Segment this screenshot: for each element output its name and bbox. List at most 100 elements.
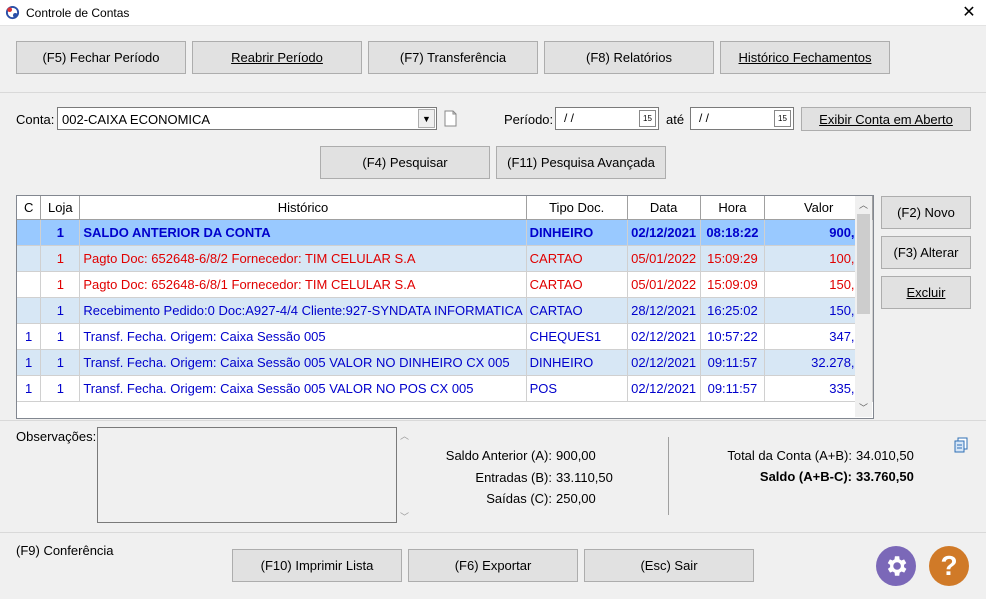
calendar-icon[interactable]: 15 (639, 110, 656, 127)
data-fim-field[interactable]: / / 15 (690, 107, 794, 130)
saidas-value: 250,00 (556, 491, 596, 506)
table-row[interactable]: 1 Recebimento Pedido:0 Doc:A927-4/4 Clien… (17, 297, 873, 324)
exibir-conta-aberto-button[interactable]: Exibir Conta em Aberto (801, 107, 971, 131)
total-conta-label: Total da Conta (A+B): (727, 448, 852, 463)
col-historico[interactable]: Histórico (79, 196, 527, 220)
help-icon[interactable]: ? (929, 546, 969, 586)
cell-data: 05/01/2022 (627, 271, 701, 298)
data-inicio-value: / / (564, 111, 575, 125)
cell-c (17, 219, 42, 246)
observacoes-label: Observações: (16, 429, 97, 444)
col-data[interactable]: Data (627, 196, 701, 220)
saldo-anterior-label: Saldo Anterior (A): (445, 448, 552, 463)
cell-loja: 1 (40, 297, 81, 324)
cell-historico: Transf. Fecha. Origem: Caixa Sessão 005 … (79, 375, 527, 402)
conta-select[interactable]: 002-CAIXA ECONOMICA ▼ (57, 107, 437, 130)
cell-data: 02/12/2021 (627, 323, 701, 350)
cell-historico: Pagto Doc: 652648-6/8/1 Fornecedor: TIM … (79, 271, 527, 298)
obs-scroll-down-icon[interactable]: ﹀ (400, 510, 409, 523)
title-bar: Controle de Contas ✕ (0, 0, 986, 26)
col-loja[interactable]: Loja (40, 196, 81, 220)
total-conta-value: 34.010,50 (856, 448, 914, 463)
fechar-periodo-button[interactable]: (F5) Fechar Período (16, 41, 186, 74)
saldo-label: Saldo (A+B-C): (759, 469, 852, 484)
footer-divider (0, 532, 986, 533)
cell-tipo: CHEQUES1 (526, 323, 628, 350)
gear-icon (887, 556, 907, 576)
imprimir-lista-button[interactable]: (F10) Imprimir Lista (232, 549, 402, 582)
scroll-up-icon[interactable]: ︿ (859, 198, 868, 211)
cell-historico: Recebimento Pedido:0 Doc:A927-4/4 Client… (79, 297, 527, 324)
table-row[interactable]: 1 1 Transf. Fecha. Origem: Caixa Sessão 00… (17, 323, 873, 350)
data-inicio-field[interactable]: / / 15 (555, 107, 659, 130)
historico-fechamentos-button[interactable]: Histórico Fechamentos (720, 41, 890, 74)
summary-divider (668, 437, 669, 515)
pesquisar-button[interactable]: (F4) Pesquisar (320, 146, 490, 179)
pesquisa-avancada-button[interactable]: (F11) Pesquisa Avançada (496, 146, 666, 179)
table-row[interactable]: 1 1 Transf. Fecha. Origem: Caixa Sessão 00… (17, 375, 873, 402)
cell-tipo: CARTAO (526, 271, 628, 298)
cell-c: 1 (17, 349, 42, 376)
observacoes-textarea[interactable] (97, 427, 397, 523)
document-icon[interactable] (444, 110, 457, 127)
close-button[interactable]: ✕ (958, 3, 980, 23)
cell-data: 02/12/2021 (627, 219, 701, 246)
exportar-button[interactable]: (F6) Exportar (408, 549, 578, 582)
novo-button[interactable]: (F2) Novo (881, 196, 971, 229)
ate-label: até (666, 112, 685, 127)
sair-button[interactable]: (Esc) Sair (584, 549, 754, 582)
cell-data: 02/12/2021 (627, 349, 701, 376)
transferencia-button[interactable]: (F7) Transferência (368, 41, 538, 74)
table-row[interactable]: 1 Pagto Doc: 652648-6/8/1 Fornecedor: TIM… (17, 271, 873, 298)
reabrir-periodo-button[interactable]: Reabrir Período (192, 41, 362, 74)
calendar-icon[interactable]: 15 (774, 110, 791, 127)
data-fim-value: / / (699, 111, 710, 125)
cell-hora: 15:09:29 (700, 245, 766, 272)
app-logo-icon (5, 5, 20, 20)
saldo-value: 33.760,50 (856, 469, 914, 484)
chevron-down-icon[interactable]: ▼ (418, 109, 435, 128)
alterar-button[interactable]: (F3) Alterar (881, 236, 971, 269)
cell-c: 1 (17, 375, 42, 402)
cell-hora: 16:25:02 (700, 297, 766, 324)
cell-hora: 10:57:22 (700, 323, 766, 350)
cell-c: 1 (17, 323, 42, 350)
lancamentos-table[interactable]: C Loja Histórico Tipo Doc. Data Hora Val… (16, 195, 874, 419)
col-hora[interactable]: Hora (700, 196, 766, 220)
scroll-down-icon[interactable]: ﹀ (859, 401, 868, 414)
entradas-value: 33.110,50 (556, 470, 613, 485)
relatorios-button[interactable]: (F8) Relatórios (544, 41, 714, 74)
col-c[interactable]: C (17, 196, 42, 220)
cell-c (17, 297, 42, 324)
scroll-thumb[interactable] (857, 214, 870, 314)
cell-historico: Pagto Doc: 652648-6/8/2 Fornecedor: TIM … (79, 245, 527, 272)
cell-tipo: DINHEIRO (526, 349, 628, 376)
cell-data: 28/12/2021 (627, 297, 701, 324)
excluir-button[interactable]: Excluir (881, 276, 971, 309)
obs-scroll-up-icon[interactable]: ︿ (400, 429, 409, 442)
table-scrollbar[interactable]: ︿ ﹀ (855, 196, 872, 417)
cell-data: 05/01/2022 (627, 245, 701, 272)
cell-tipo: DINHEIRO (526, 219, 628, 246)
table-row[interactable]: 1 SALDO ANTERIOR DA CONTA DINHEIRO 02/12/20… (17, 219, 873, 246)
cell-hora: 09:11:57 (700, 375, 766, 402)
col-tipo-doc[interactable]: Tipo Doc. (526, 196, 628, 220)
cell-loja: 1 (40, 349, 81, 376)
grid-divider (0, 420, 986, 421)
cell-historico: Transf. Fecha. Origem: Caixa Sessão 005 … (79, 349, 527, 376)
cell-tipo: CARTAO (526, 245, 628, 272)
cell-historico: Transf. Fecha. Origem: Caixa Sessão 005 (79, 323, 527, 350)
window-title: Controle de Contas (26, 6, 130, 20)
cell-loja: 1 (40, 375, 81, 402)
table-row[interactable]: 1 1 Transf. Fecha. Origem: Caixa Sessão 00… (17, 349, 873, 376)
periodo-label: Período: (504, 112, 554, 127)
conta-label: Conta: (16, 112, 55, 127)
table-row[interactable]: 1 Pagto Doc: 652648-6/8/2 Fornecedor: TIM… (17, 245, 873, 272)
cell-hora: 09:11:57 (700, 349, 766, 376)
settings-gear-icon[interactable] (876, 546, 916, 586)
copy-icon[interactable] (954, 437, 968, 453)
table-header: C Loja Histórico Tipo Doc. Data Hora Val… (17, 196, 873, 220)
conferencia-link[interactable]: (F9) Conferência (16, 543, 114, 558)
cell-hora: 15:09:09 (700, 271, 766, 298)
saldo-anterior-value: 900,00 (556, 448, 596, 463)
